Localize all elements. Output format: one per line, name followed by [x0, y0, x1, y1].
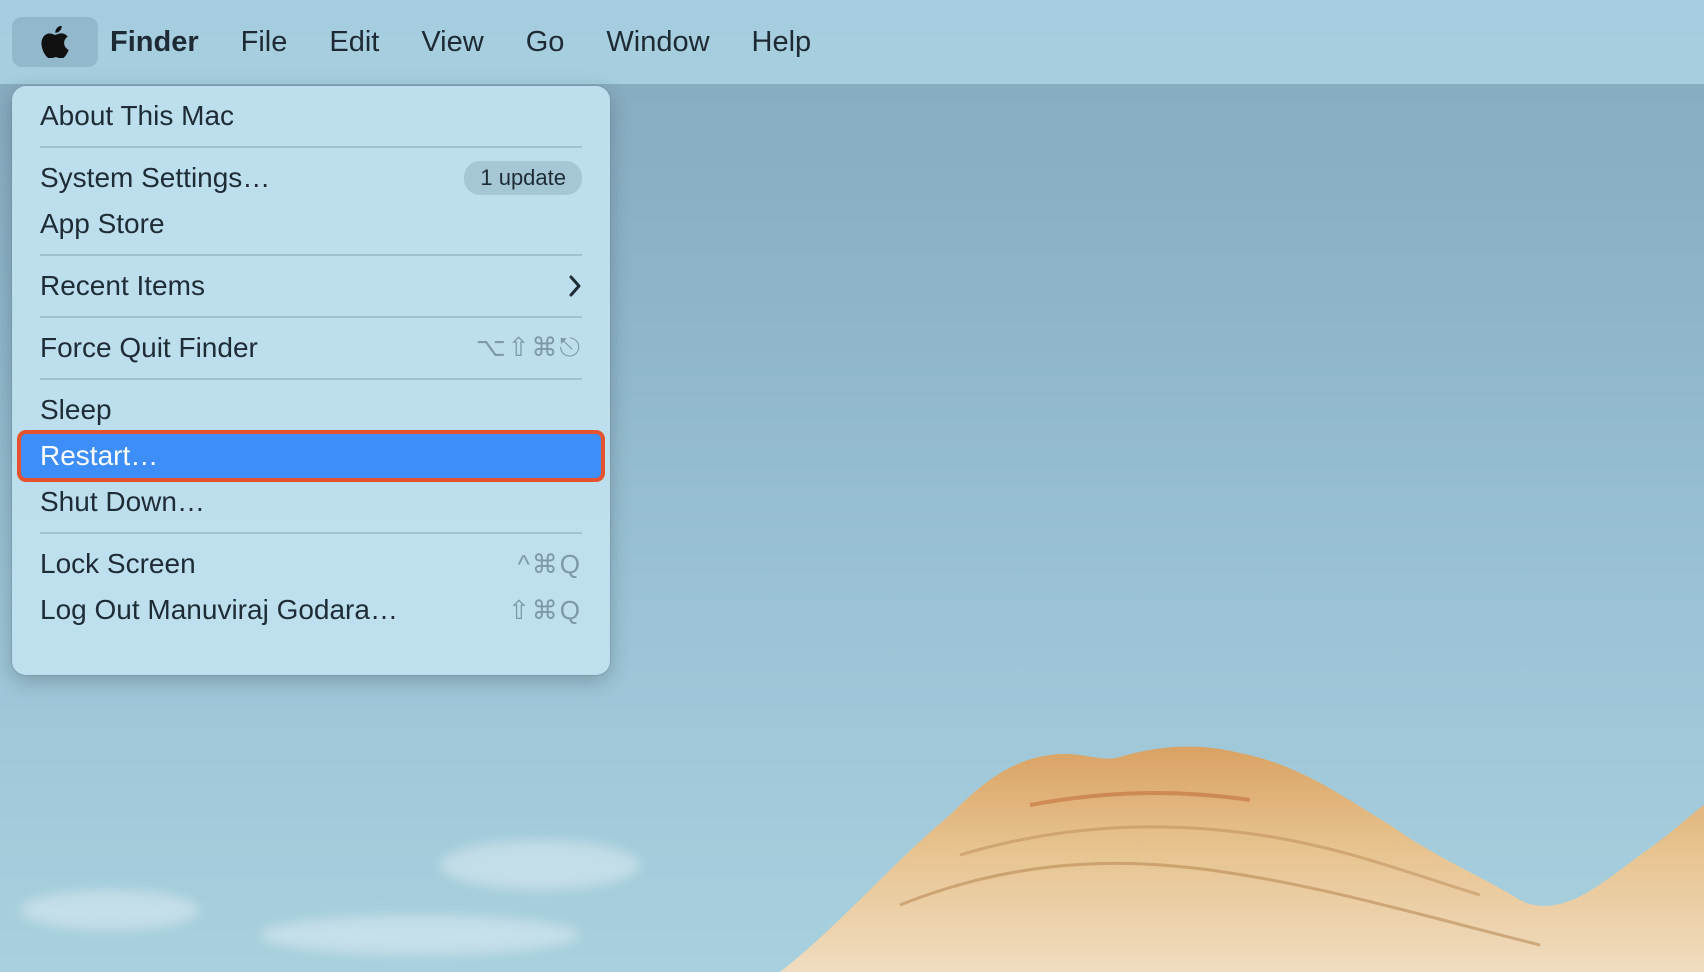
desktop-wallpaper-rock: [780, 746, 1704, 972]
menu-separator: [40, 254, 582, 256]
menu-item-label: Force Quit Finder: [40, 332, 258, 363]
menu-item-lock-screen[interactable]: Lock Screen ^⌘Q: [20, 541, 602, 587]
menu-item-shut-down[interactable]: Shut Down…: [20, 479, 602, 525]
menu-bar: Finder File Edit View Go Window Help: [0, 0, 1704, 84]
menu-item-label: About This Mac: [40, 100, 235, 131]
chevron-right-icon: [568, 275, 582, 297]
menu-item-recent-items[interactable]: Recent Items: [20, 263, 602, 309]
menu-item-restart[interactable]: Restart…: [17, 430, 605, 482]
menu-edit[interactable]: Edit: [308, 26, 400, 59]
menu-separator: [40, 146, 582, 148]
menu-item-label: System Settings…: [40, 162, 271, 193]
menu-window[interactable]: Window: [585, 26, 730, 59]
menu-file[interactable]: File: [220, 26, 309, 59]
menu-item-force-quit[interactable]: Force Quit Finder ⌥⇧⌘⎋: [20, 325, 602, 371]
menu-separator: [40, 532, 582, 534]
menu-item-label: Shut Down…: [40, 486, 205, 517]
menu-item-label: Log Out Manuviraj Godara…: [40, 594, 398, 625]
menu-item-label: Recent Items: [40, 270, 205, 301]
cloud: [440, 840, 640, 890]
keyboard-shortcut: ^⌘Q: [517, 548, 582, 579]
menu-separator: [40, 316, 582, 318]
apple-logo-icon: [41, 26, 69, 58]
cloud: [260, 915, 580, 955]
menu-item-about-this-mac[interactable]: About This Mac: [20, 93, 602, 139]
apple-menu-dropdown: About This Mac System Settings… 1 update…: [12, 86, 610, 675]
menu-item-app-store[interactable]: App Store: [20, 201, 602, 247]
apple-menu-button[interactable]: [12, 17, 98, 67]
menu-go[interactable]: Go: [505, 26, 586, 59]
menu-view[interactable]: View: [400, 26, 504, 59]
update-badge: 1 update: [464, 161, 582, 195]
keyboard-shortcut: ⌥⇧⌘⎋: [475, 332, 582, 362]
desktop: Finder File Edit View Go Window Help Abo…: [0, 0, 1704, 972]
menu-separator: [40, 378, 582, 380]
menu-finder[interactable]: Finder: [98, 26, 220, 59]
menu-item-system-settings[interactable]: System Settings… 1 update: [20, 155, 602, 201]
menu-item-label: Lock Screen: [40, 548, 196, 579]
keyboard-shortcut: ⇧⌘Q: [507, 594, 582, 625]
menu-help[interactable]: Help: [731, 26, 833, 59]
menu-item-label: Sleep: [40, 394, 112, 425]
cloud: [20, 890, 200, 930]
menu-item-label: App Store: [40, 208, 165, 239]
menu-item-log-out[interactable]: Log Out Manuviraj Godara… ⇧⌘Q: [20, 587, 602, 633]
menu-item-label: Restart…: [40, 440, 159, 471]
menu-item-sleep[interactable]: Sleep: [20, 387, 602, 433]
